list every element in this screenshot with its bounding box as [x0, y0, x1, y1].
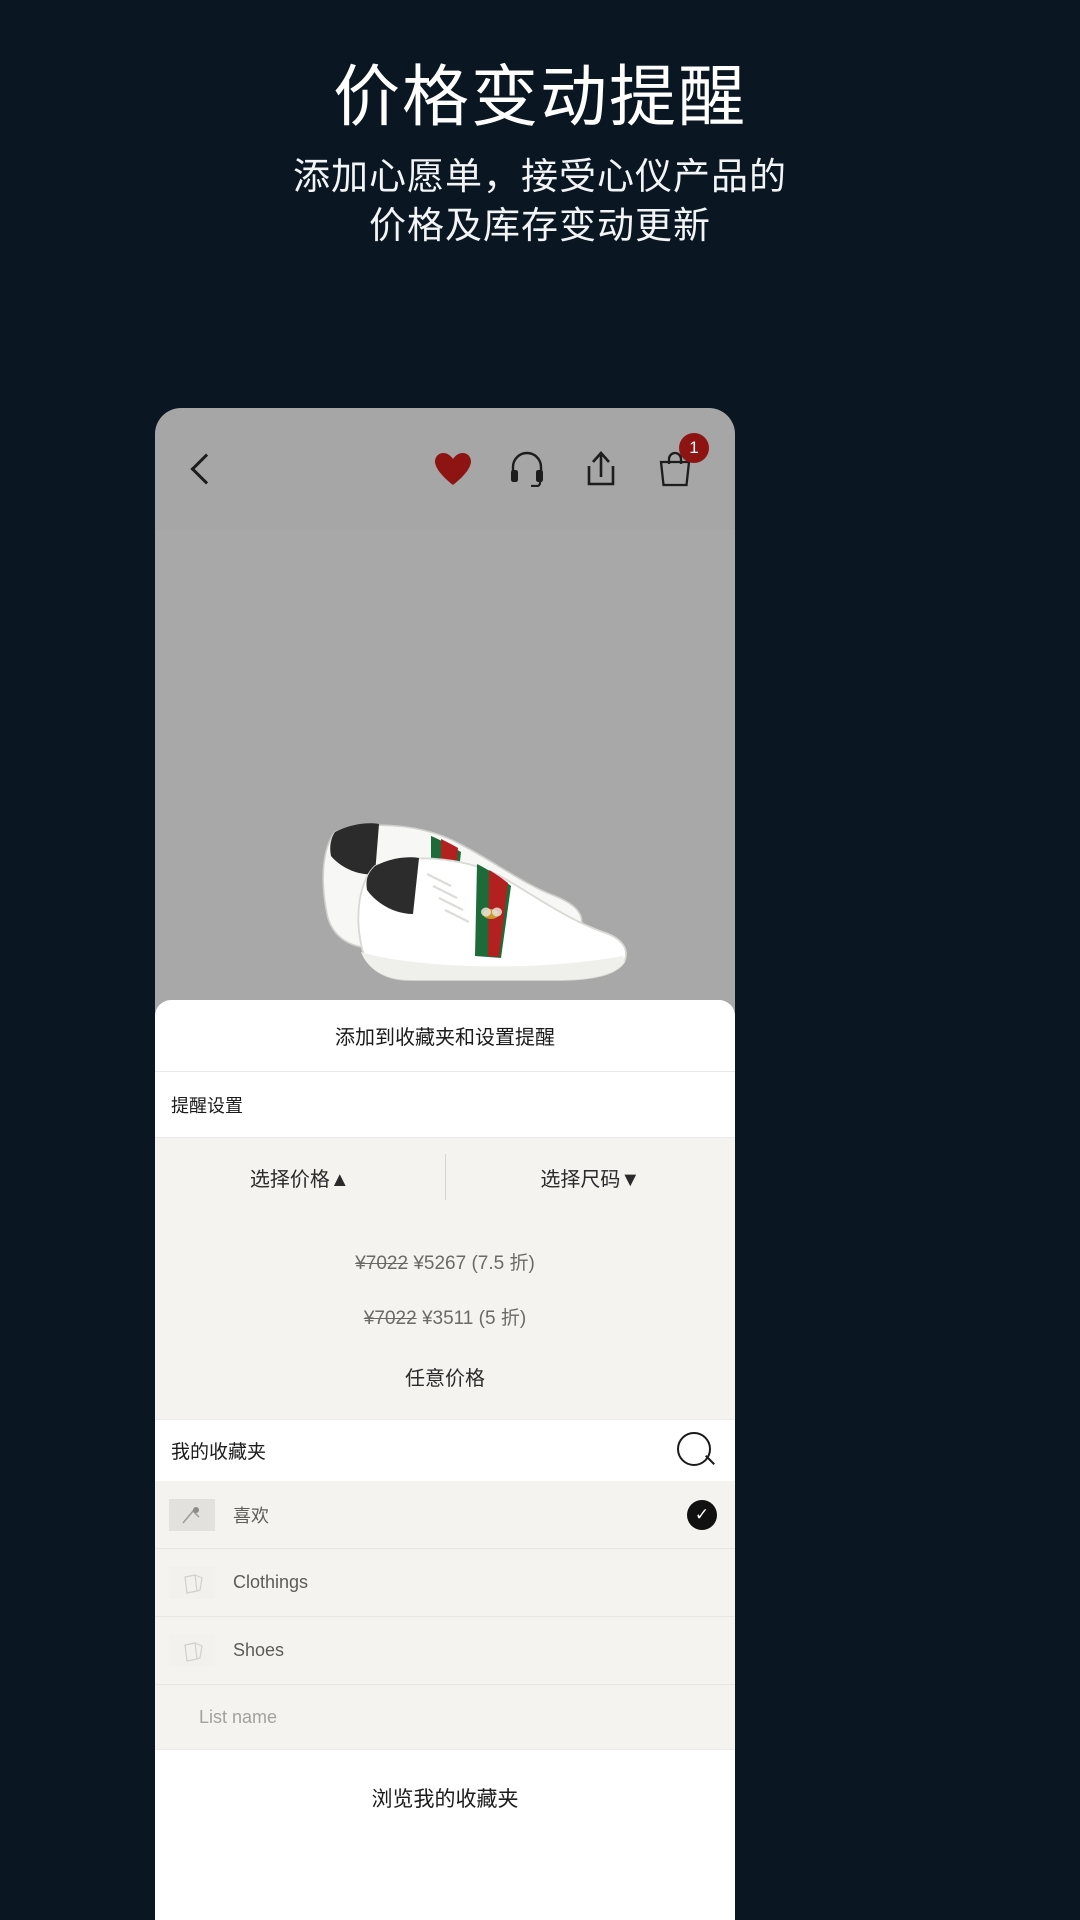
caret-up-icon: ▲ [329, 1168, 350, 1191]
shopping-bag-button[interactable]: 1 [643, 433, 709, 501]
list-item-label: 喜欢 [233, 1505, 269, 1526]
thumbnail-placeholder-icon [169, 1566, 215, 1599]
check-circle-icon[interactable]: ✓ [687, 1499, 717, 1530]
price-discounted: ¥5267 [413, 1253, 467, 1274]
product-image [155, 530, 735, 1010]
price-option[interactable]: ¥7022 ¥3511 (5 折) [155, 1289, 735, 1344]
favorites-list: 喜欢 ✓ Clothings Shoes List name [155, 1481, 735, 1749]
list-item-label: Shoes [233, 1640, 285, 1660]
heart-filled-icon [435, 452, 471, 485]
price-discounted: ¥3511 [421, 1308, 474, 1329]
bag-badge: 1 [679, 433, 709, 463]
price-discount-note: (5 折) [478, 1308, 527, 1329]
list-item[interactable]: Shoes [155, 1617, 735, 1685]
list-name-placeholder: List name [199, 1706, 278, 1727]
list-item-label: Clothings [233, 1572, 309, 1592]
page-subtitle: 添加心愿单，接受心仪产品的 价格及库存变动更新 [0, 153, 1080, 251]
wishlist-button[interactable] [421, 437, 485, 501]
sneaker-svg [322, 823, 627, 981]
app-toolbar: 1 [155, 408, 735, 530]
tab-select-price-label: 选择价格 [249, 1168, 330, 1191]
favorites-header: 我的收藏夹 [155, 1419, 735, 1481]
list-item[interactable]: Clothings [155, 1549, 735, 1617]
alert-settings-label: 提醒设置 [155, 1072, 735, 1138]
promo-header: 价格变动提醒 添加心愿单，接受心仪产品的 价格及库存变动更新 [0, 0, 1080, 251]
price-original: ¥7022 [355, 1253, 409, 1274]
page-title: 价格变动提醒 [333, 60, 747, 135]
thumbnail-image [169, 1498, 215, 1531]
bottom-sheet: 添加到收藏夹和设置提醒 提醒设置 选择价格▲ 选择尺码▼ ¥7022 ¥5267… [155, 1000, 735, 1920]
list-thumbnail [169, 1498, 215, 1531]
share-button[interactable] [569, 437, 633, 501]
tab-select-price[interactable]: 选择价格▲ [155, 1163, 445, 1192]
search-icon[interactable] [673, 1428, 719, 1474]
list-thumbnail [169, 1634, 215, 1667]
tab-select-size-label: 选择尺码 [540, 1168, 621, 1191]
list-item[interactable]: 喜欢 ✓ [155, 1481, 735, 1549]
sneaker-illustration [255, 802, 635, 992]
any-price-option[interactable]: 任意价格 [155, 1344, 735, 1397]
subtitle-line-1: 添加心愿单，接受心仪产品的 [293, 156, 787, 198]
subtitle-line-2: 价格及库存变动更新 [369, 204, 711, 246]
headset-icon [511, 451, 543, 487]
share-icon [587, 451, 615, 486]
price-option-list: ¥7022 ¥5267 (7.5 折) ¥7022 ¥3511 (5 折) 任意… [155, 1216, 735, 1419]
list-thumbnail [169, 1566, 215, 1599]
price-discount-note: (7.5 折) [471, 1253, 535, 1274]
sheet-title: 添加到收藏夹和设置提醒 [155, 1000, 735, 1072]
selector-tabs: 选择价格▲ 选择尺码▼ [155, 1138, 735, 1216]
thumbnail-placeholder-icon [169, 1634, 215, 1667]
price-original: ¥7022 [363, 1308, 417, 1329]
caret-down-icon: ▼ [620, 1168, 641, 1191]
browse-favorites-button[interactable]: 浏览我的收藏夹 [155, 1749, 735, 1845]
favorites-header-label: 我的收藏夹 [171, 1442, 267, 1463]
price-option[interactable]: ¥7022 ¥5267 (7.5 折) [155, 1234, 735, 1289]
list-name-input[interactable]: List name [155, 1685, 735, 1749]
tab-select-size[interactable]: 选择尺码▼ [446, 1163, 736, 1192]
back-button[interactable] [181, 449, 221, 489]
customer-support-button[interactable] [495, 437, 559, 501]
phone-mockup: 1 添加到收藏夹和设置提醒 提醒设置 选择价格▲ 选择尺码▼ ¥7022 ¥52… [155, 408, 735, 1920]
